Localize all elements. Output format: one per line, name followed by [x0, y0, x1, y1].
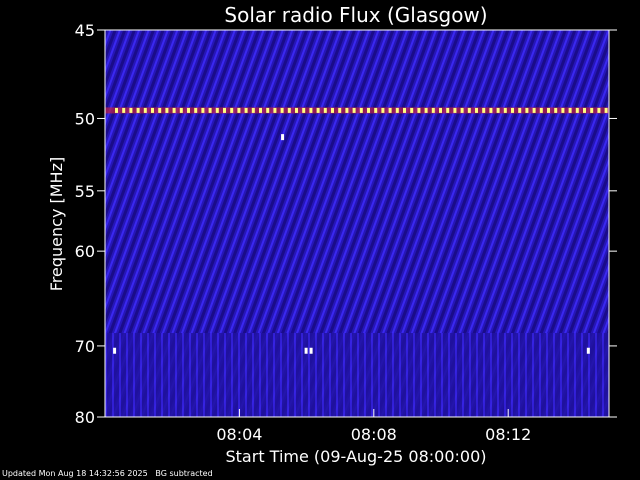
interference-dot: [323, 107, 327, 113]
updated-text: Updated Mon Aug 18 14:32:56 2025: [2, 469, 148, 478]
interference-dot: [554, 107, 558, 113]
burst-mark: [113, 347, 117, 354]
y-axis-label: Frequency [MHz]: [47, 157, 66, 291]
x-tick-label: 08:04: [216, 425, 262, 444]
interference-dot: [223, 107, 226, 113]
burst-mark: [281, 134, 285, 141]
interference-dot: [439, 107, 442, 113]
y-tick-label: 45: [75, 21, 95, 40]
footer: Updated Mon Aug 18 14:32:56 2025 BG subt…: [2, 469, 213, 478]
interference-dot: [215, 107, 219, 113]
interference-dot: [475, 107, 478, 113]
interference-dot: [583, 107, 586, 113]
interference-dot: [597, 107, 601, 113]
interference-dot: [194, 107, 198, 113]
interference-dot: [179, 107, 183, 113]
interference-dot: [381, 107, 385, 113]
y-tick-label: 70: [75, 337, 95, 356]
interference-dot: [374, 107, 378, 113]
interference-dot: [518, 107, 522, 113]
interference-dot: [338, 107, 342, 113]
lower-band-texture: [105, 333, 609, 417]
interference-dot: [280, 107, 284, 113]
interference-dot: [568, 107, 572, 113]
interference-dot: [503, 107, 507, 113]
bg-note: BG subtracted: [155, 469, 213, 478]
interference-dot: [201, 107, 205, 113]
interference-dot: [295, 107, 298, 113]
interference-dot: [424, 107, 428, 113]
interference-dot: [237, 107, 241, 113]
interference-dot: [230, 107, 234, 113]
interference-dot: [251, 107, 255, 113]
interference-dot: [115, 107, 118, 113]
y-tick-label: 50: [75, 109, 95, 128]
x-tick-label: 08:08: [351, 425, 397, 444]
interference-dot: [273, 107, 277, 113]
interference-dot: [122, 107, 126, 113]
interference-dot: [309, 107, 313, 113]
interference-dot: [345, 107, 349, 113]
interference-dot: [302, 107, 306, 113]
interference-dot: [208, 107, 212, 113]
interference-dot: [244, 107, 248, 113]
interference-dot: [187, 107, 190, 113]
burst-mark: [309, 347, 313, 354]
chart-title: Solar radio Flux (Glasgow): [224, 3, 487, 27]
interference-dot: [511, 107, 514, 113]
interference-dot: [446, 107, 450, 113]
interference-dot: [165, 107, 169, 113]
interference-dot: [431, 107, 435, 113]
interference-dot: [489, 107, 493, 113]
interference-dot: [496, 107, 500, 113]
interference-dot: [259, 107, 262, 113]
interference-dot: [417, 107, 421, 113]
y-tick-label: 80: [75, 408, 95, 427]
interference-dot: [172, 107, 176, 113]
interference-dot: [532, 107, 536, 113]
y-tick-label: 60: [75, 242, 95, 261]
interference-dot: [129, 107, 133, 113]
interference-dot: [590, 107, 594, 113]
spectrogram-chart: Solar radio Flux (Glasgow) Start Time (0…: [47, 3, 617, 466]
interference-dot: [453, 107, 457, 113]
interference-dot: [467, 107, 471, 113]
interference-dot: [403, 107, 406, 113]
interference-dot: [151, 107, 154, 113]
interference-dot: [561, 107, 565, 113]
interference-dot: [482, 107, 486, 113]
interference-dot: [525, 107, 529, 113]
interference-dot: [136, 107, 140, 113]
interference-dot: [460, 107, 464, 113]
interference-dot: [143, 107, 147, 113]
y-tick-label: 55: [75, 182, 95, 201]
interference-dot: [575, 107, 579, 113]
interference-dot: [539, 107, 543, 113]
interference-dot: [410, 107, 414, 113]
x-axis-label: Start Time (09-Aug-25 08:00:00): [226, 447, 487, 466]
burst-mark: [586, 347, 590, 354]
interference-dot: [287, 107, 291, 113]
burst-mark: [304, 347, 308, 354]
interference-dot: [266, 107, 270, 113]
interference-dot: [316, 107, 320, 113]
interference-dot: [547, 107, 550, 113]
interference-dot: [604, 107, 608, 113]
interference-dot: [352, 107, 356, 113]
x-tick-label: 08:12: [485, 425, 531, 444]
interference-dot: [331, 107, 334, 113]
interference-dot: [359, 107, 363, 113]
interference-dot: [158, 107, 162, 113]
interference-dot: [367, 107, 370, 113]
plot-area: [105, 30, 609, 417]
interference-dot: [388, 107, 392, 113]
interference-dot: [395, 107, 399, 113]
